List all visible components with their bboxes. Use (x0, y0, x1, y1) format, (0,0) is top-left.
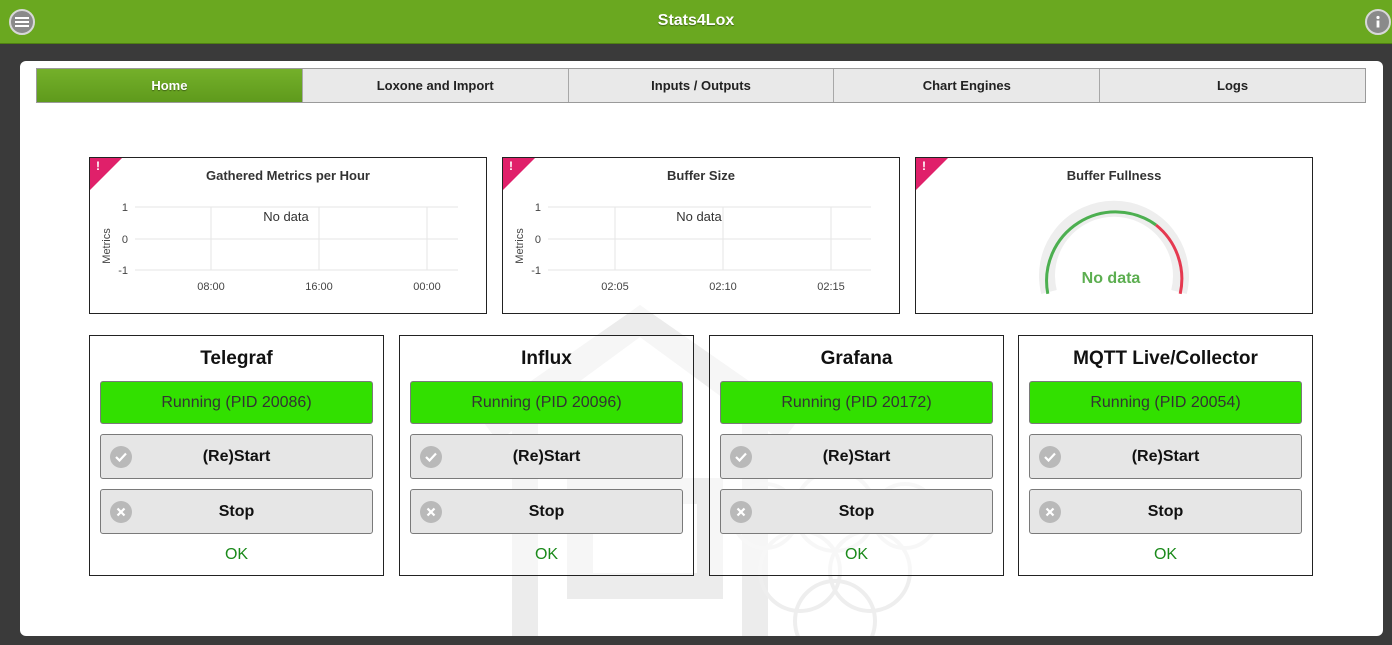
y-tick-label: 0 (535, 234, 541, 246)
service-result: OK (1153, 546, 1178, 563)
y-axis-label: Metrics (514, 228, 526, 264)
x-tick-label: 02:05 (601, 281, 629, 293)
gauge-no-data-label: No data (1082, 270, 1141, 287)
chart-plot-area: 1 0 -1 08:00 16:00 00:00 Metrics No data (101, 202, 458, 293)
chart-buffer-fullness: ! Buffer Fullness No data (915, 157, 1313, 314)
y-axis-label: Metrics (101, 228, 113, 264)
main-tabs: Home Loxone and Import Inputs / Outputs … (36, 68, 1366, 103)
close-icon (730, 501, 752, 523)
restart-button[interactable]: (Re)Start (1029, 434, 1302, 479)
restart-button[interactable]: (Re)Start (720, 434, 993, 479)
x-tick-label: 16:00 (305, 281, 333, 293)
stop-button[interactable]: Stop (410, 489, 683, 534)
x-tick-label: 08:00 (197, 281, 225, 293)
tab-home[interactable]: Home (37, 69, 303, 102)
service-name: Grafana (820, 348, 893, 369)
service-status: Running (PID 20096) (410, 381, 683, 424)
gauge-chart: No data (1039, 200, 1189, 295)
service-name: Telegraf (200, 348, 273, 369)
y-tick-label: -1 (118, 265, 128, 277)
stop-button[interactable]: Stop (100, 489, 373, 534)
stop-button-label: Stop (528, 502, 565, 520)
service-result: OK (844, 546, 869, 563)
service-card-grafana: Grafana Running (PID 20172) (Re)Start St… (709, 335, 1004, 576)
main-panel: Home Loxone and Import Inputs / Outputs … (20, 61, 1383, 636)
check-icon (1039, 446, 1061, 468)
no-data-label: No data (263, 209, 309, 224)
tab-loxone-import[interactable]: Loxone and Import (302, 69, 569, 102)
restart-button[interactable]: (Re)Start (410, 434, 683, 479)
restart-button-label: (Re)Start (822, 447, 891, 465)
service-card-telegraf: Telegraf Running (PID 20086) (Re)Start S… (89, 335, 384, 576)
service-card-influx: Influx Running (PID 20096) (Re)Start Sto… (399, 335, 694, 576)
service-status: Running (PID 20172) (720, 381, 993, 424)
chart-buffer-size: ! Buffer Size 1 0 -1 02:05 02:10 02:15 M… (502, 157, 900, 314)
restart-button-label: (Re)Start (512, 447, 581, 465)
stop-button[interactable]: Stop (1029, 489, 1302, 534)
service-name: MQTT Live/Collector (1073, 348, 1258, 369)
y-tick-label: -1 (531, 265, 541, 277)
stop-button-label: Stop (218, 502, 255, 520)
check-icon (110, 446, 132, 468)
chart-gathered-metrics: ! Gathered Metrics per Hour 1 0 -1 08:00… (89, 157, 487, 314)
no-data-label: No data (676, 209, 722, 224)
restart-button-label: (Re)Start (202, 447, 271, 465)
service-result: OK (534, 546, 559, 563)
app-header: Stats4Lox (0, 0, 1392, 44)
chart-plot-area: 1 0 -1 02:05 02:10 02:15 Metrics No data (514, 202, 871, 293)
x-tick-label: 02:10 (709, 281, 737, 293)
info-icon (1376, 15, 1380, 28)
restart-button[interactable]: (Re)Start (100, 434, 373, 479)
check-icon (730, 446, 752, 468)
y-tick-label: 1 (535, 202, 541, 214)
close-icon (1039, 501, 1061, 523)
service-card-mqtt: MQTT Live/Collector Running (PID 20054) … (1018, 335, 1313, 576)
service-status: Running (PID 20086) (100, 381, 373, 424)
service-status: Running (PID 20054) (1029, 381, 1302, 424)
close-icon (420, 501, 442, 523)
tab-inputs-outputs[interactable]: Inputs / Outputs (568, 69, 835, 102)
tab-logs[interactable]: Logs (1100, 69, 1365, 102)
restart-button-label: (Re)Start (1131, 447, 1200, 465)
info-button[interactable] (1365, 9, 1391, 35)
app-title: Stats4Lox (657, 12, 735, 29)
stop-button-label: Stop (1147, 502, 1184, 520)
x-tick-label: 02:15 (817, 281, 845, 293)
service-name: Influx (521, 348, 572, 369)
y-tick-label: 0 (122, 234, 128, 246)
close-icon (110, 501, 132, 523)
x-tick-label: 00:00 (413, 281, 441, 293)
tab-chart-engines[interactable]: Chart Engines (834, 69, 1101, 102)
stop-button[interactable]: Stop (720, 489, 993, 534)
y-tick-label: 1 (122, 202, 128, 214)
stop-button-label: Stop (838, 502, 875, 520)
check-icon (420, 446, 442, 468)
service-result: OK (224, 546, 249, 563)
